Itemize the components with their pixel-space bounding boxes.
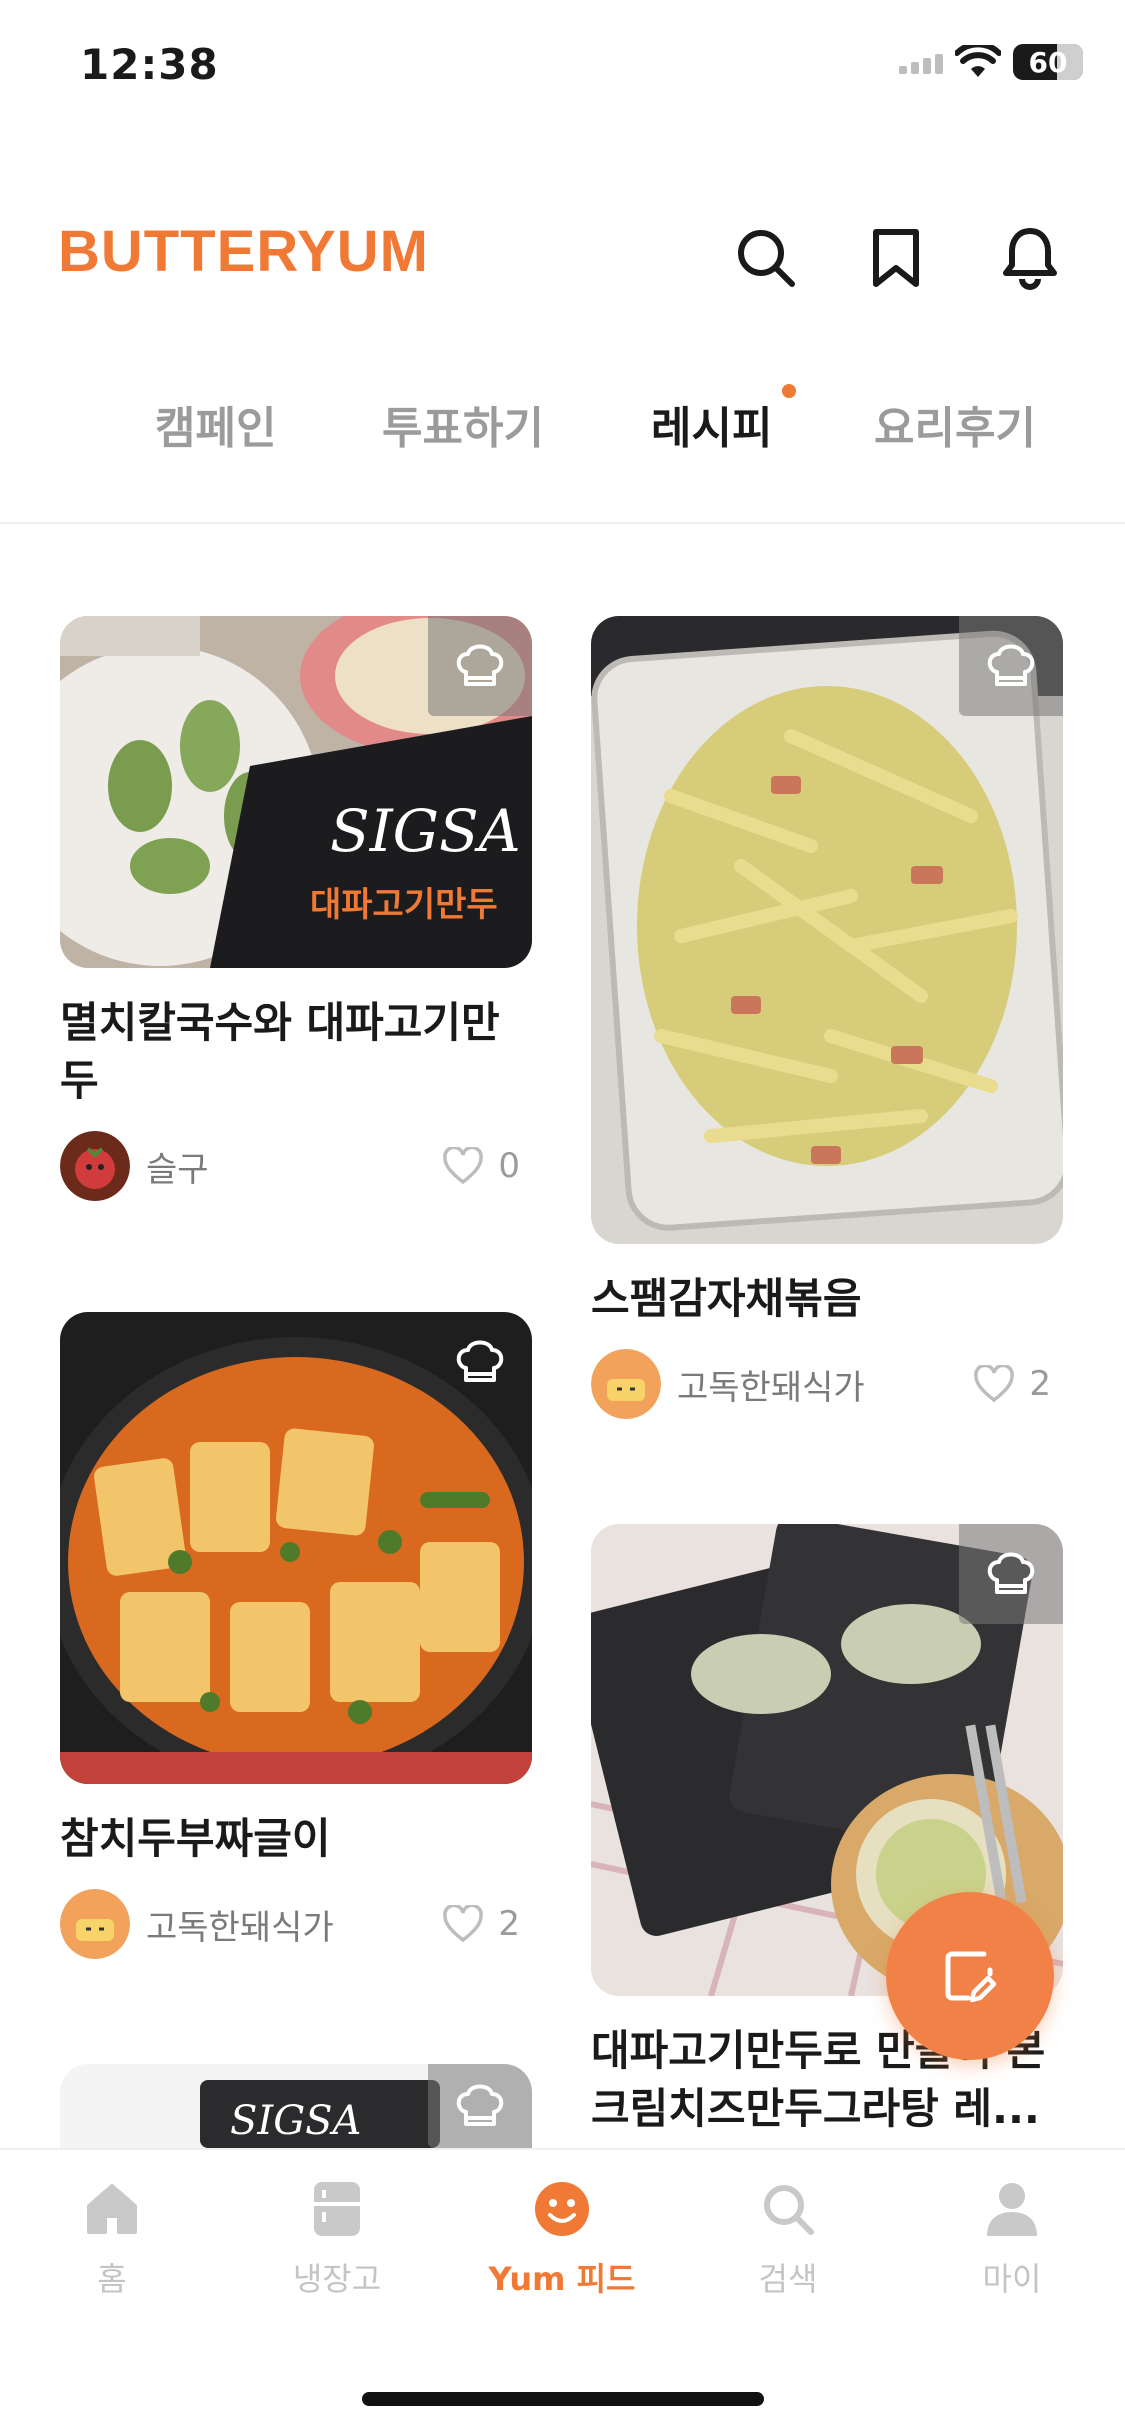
recipe-type-badge	[959, 616, 1063, 716]
bell-icon	[1003, 228, 1057, 290]
battery-level: 60	[1028, 45, 1068, 79]
svg-text:SIGSA: SIGSA	[230, 2098, 361, 2144]
app-logo: BUTTERYUM	[58, 219, 429, 284]
heart-icon	[974, 1365, 1015, 1403]
chef-hat-icon	[456, 1340, 504, 1382]
notification-button[interactable]	[994, 222, 1066, 294]
cellular-signal-icon	[899, 50, 943, 74]
recipe-meta: 고독한돼식가 2	[591, 1348, 1063, 1420]
fridge-icon	[314, 2182, 360, 2236]
search-icon	[738, 230, 795, 287]
person-icon	[987, 2183, 1037, 2236]
yum-smile-icon	[535, 2182, 589, 2236]
tab-cooking-review[interactable]: 요리후기	[874, 392, 1036, 456]
author-name[interactable]: 고독한돼식가	[677, 1360, 865, 1409]
svg-text:SIGSA: SIGSA	[330, 797, 521, 865]
wifi-icon	[955, 45, 1001, 77]
nav-fridge[interactable]: 냉장고	[237, 2174, 437, 2300]
heart-icon	[443, 1905, 484, 1943]
status-time: 12:38	[80, 40, 219, 89]
like-button[interactable]: 2	[973, 1364, 1051, 1404]
like-count: 0	[498, 1146, 520, 1186]
recipe-type-badge	[428, 2064, 532, 2148]
recipe-card[interactable]: SIGSA 대파고기만두 멸치칼국수와 대파고기만두 슬구 0	[60, 616, 532, 1202]
svg-text:대파고기만두: 대파고기만두	[310, 885, 498, 925]
chef-hat-icon	[456, 644, 504, 686]
nav-label: 홈	[97, 2260, 127, 2298]
recipe-thumbnail[interactable]	[591, 616, 1063, 1244]
recipe-card[interactable]: 스팸감자채볶음 고독한돼식가 2	[591, 616, 1063, 1420]
feed-tabs: 캠페인 투표하기 레시피 요리후기	[0, 384, 1125, 522]
home-indicator	[362, 2392, 764, 2406]
like-count: 2	[498, 1904, 520, 1944]
nav-label: Yum 피드	[488, 2260, 636, 2298]
chef-hat-icon	[456, 2084, 504, 2126]
recipe-thumbnail[interactable]	[60, 1312, 532, 1784]
recipe-meta: 슬구 0	[60, 1130, 532, 1202]
search-button[interactable]	[730, 222, 802, 294]
battery-indicator: 60	[1013, 44, 1083, 80]
tabs-divider	[0, 522, 1125, 524]
recipe-thumbnail[interactable]: SIGSA 대파고기만두	[60, 616, 532, 968]
heart-icon	[443, 1147, 484, 1185]
nav-label: 마이	[982, 2260, 1042, 2298]
recipe-thumbnail[interactable]: SIGSA	[60, 2064, 532, 2148]
nav-search[interactable]: 검색	[688, 2174, 888, 2300]
new-indicator-dot	[782, 384, 796, 398]
recipe-title[interactable]: 멸치칼국수와 대파고기만두	[60, 994, 532, 1110]
nav-label: 검색	[758, 2260, 818, 2298]
tab-campaign[interactable]: 캠페인	[155, 392, 276, 456]
tab-recipe[interactable]: 레시피	[651, 392, 772, 456]
like-button[interactable]: 2	[442, 1904, 520, 1944]
author-avatar[interactable]	[591, 1349, 661, 1419]
edit-icon	[945, 1951, 997, 2003]
recipe-type-badge	[428, 616, 532, 716]
recipe-card[interactable]: 참치두부짜글이 고독한돼식가 2	[60, 1312, 532, 1960]
recipe-meta: 고독한돼식가 2	[60, 1888, 532, 1960]
status-icons: 60	[899, 44, 1083, 80]
chef-hat-icon	[987, 644, 1035, 686]
author-name[interactable]: 슬구	[146, 1142, 209, 1191]
nav-label: 냉장고	[292, 2260, 382, 2298]
recipe-type-badge	[428, 1312, 532, 1412]
recipe-card[interactable]: SIGSA	[60, 2064, 532, 2148]
like-button[interactable]: 0	[442, 1146, 520, 1186]
search-icon	[764, 2185, 814, 2235]
like-count: 2	[1029, 1364, 1051, 1404]
bookmark-icon	[873, 229, 919, 287]
home-icon	[87, 2184, 137, 2234]
nav-my[interactable]: 마이	[912, 2174, 1112, 2300]
bookmark-button[interactable]	[860, 222, 932, 294]
write-post-button[interactable]	[886, 1892, 1054, 2060]
tab-vote[interactable]: 투표하기	[382, 392, 544, 456]
author-avatar[interactable]	[60, 1131, 130, 1201]
nav-home[interactable]: 홈	[12, 2174, 212, 2300]
author-name[interactable]: 고독한돼식가	[146, 1900, 334, 1949]
author-avatar[interactable]	[60, 1889, 130, 1959]
chef-hat-icon	[987, 1552, 1035, 1594]
recipe-title[interactable]: 참치두부짜글이	[60, 1810, 532, 1868]
nav-yum-feed[interactable]: Yum 피드	[462, 2174, 662, 2300]
recipe-type-badge	[959, 1524, 1063, 1624]
recipe-title[interactable]: 스팸감자채볶음	[591, 1270, 1063, 1328]
